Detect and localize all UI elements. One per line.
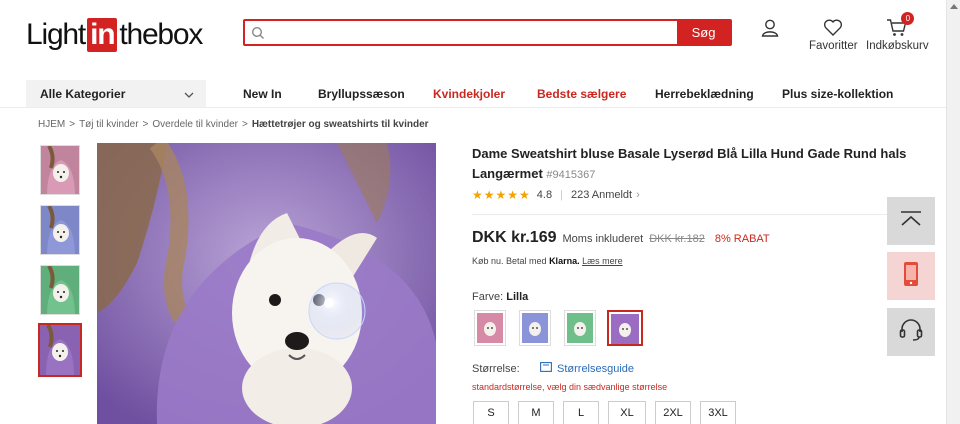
size-option-3xl[interactable]: 3XL [700,401,736,424]
details-divider [472,214,910,215]
size-guide-label: Størrelsesguide [557,362,635,375]
all-categories-dropdown[interactable]: Alle Kategorier [26,80,206,107]
logo-text-in: in [87,18,118,52]
nav-item-bedste-saelgere[interactable]: Bedste sælgere [537,87,626,101]
old-price: DKK kr.182 [649,233,705,245]
site-logo[interactable]: Light in thebox [26,18,203,52]
product-title-text: Dame Sweatshirt bluse Basale Lyserød Blå… [472,146,907,181]
search-button[interactable]: Søg [677,21,730,44]
account-button[interactable] [760,18,780,41]
klarna-read-more-link[interactable]: Læs mere [582,256,623,266]
cart-label: Indkøbskurv [866,40,929,52]
nav-item-kvindekjoler[interactable]: Kvindekjoler [433,87,505,101]
breadcrumb: HJEM > Tøj til kvinder > Overdele til kvin… [38,119,429,130]
logo-text-thebox: thebox [119,18,203,51]
size-note: standardstørrelse, vælg din sædvanlige s… [472,382,668,392]
klarna-brand: Klarna. [549,256,580,266]
klarna-note: Køb nu. Betal med Klarna. Læs mere [472,256,623,266]
search-icon [245,21,271,44]
tax-note: Moms inkluderet [562,233,644,245]
size-option-m[interactable]: M [518,401,554,424]
headset-icon [899,318,923,346]
size-option-2xl[interactable]: 2XL [655,401,691,424]
nav-item-new-in[interactable]: New In [243,87,282,101]
favorites-button[interactable]: Favoritter [809,18,858,52]
color-swatch-purple[interactable] [607,310,643,346]
rating-separator: | [560,189,563,201]
customer-support-button[interactable] [887,308,935,356]
current-price: DKK kr.169 [472,229,557,246]
breadcrumb-current: Hættetrøjer og sweatshirts til kvinder [251,119,429,130]
page-scrollbar[interactable] [946,0,960,424]
breadcrumb-separator: > [69,119,76,130]
breadcrumb-separator: > [142,119,149,130]
size-guide-link[interactable]: Størrelsesguide [540,362,634,375]
size-label: Størrelse: [472,363,520,375]
color-label: Farve: [472,291,504,303]
search-input[interactable] [271,21,677,44]
product-thumbnail-purple[interactable] [38,323,82,377]
color-swatch-green[interactable] [564,310,596,346]
color-value: Lilla [506,291,529,303]
product-sku: #9415367 [546,169,596,181]
product-thumbnail-blue[interactable] [40,205,80,255]
color-swatch-blue[interactable] [519,310,551,346]
size-option-s[interactable]: S [473,401,509,424]
chevron-down-icon [184,87,194,101]
size-option-l[interactable]: L [563,401,599,424]
breadcrumb-separator: > [241,119,248,130]
breadcrumb-women-tops[interactable]: Overdele til kvinder [152,119,238,130]
cart-button[interactable]: 0 Indkøbskurv [866,12,929,52]
size-option-xl[interactable]: XL [608,401,646,424]
logo-text-light: Light [26,18,86,51]
rating-value: 4.8 [536,189,553,201]
reviews-link[interactable]: 223 Anmeldt [571,189,632,201]
back-to-top-icon [899,210,923,233]
breadcrumb-women-clothing[interactable]: Tøj til kvinder [79,119,138,130]
mobile-phone-icon [903,261,919,292]
nav-item-bryllupssaeson[interactable]: Bryllupssæson [318,87,405,101]
ruler-icon [540,362,552,375]
mobile-app-button[interactable] [887,252,935,300]
favorites-label: Favoritter [809,40,858,52]
nav-item-herrebeklaedning[interactable]: Herrebeklædning [655,87,754,101]
discount-badge: 8% RABAT [714,233,770,245]
heart-icon [823,19,843,40]
price-row: DKK kr.169 Moms inkluderet DKK kr.182 8%… [472,229,770,247]
product-thumbnail-pink[interactable] [40,145,80,195]
account-icon [760,19,780,41]
search-bar: Søg [243,19,732,46]
product-thumbnail-green[interactable] [40,265,80,315]
back-to-top-button[interactable] [887,197,935,245]
product-main-image[interactable] [97,143,436,424]
cart-icon: 0 [886,12,915,40]
product-title: Dame Sweatshirt bluse Basale Lyserød Blå… [472,144,910,185]
all-categories-label: Alle Kategorier [40,86,126,101]
scroll-up-arrow-icon[interactable] [950,4,958,9]
main-navigation: Alle Kategorier New In Bryllupssæson Kvi… [0,80,946,108]
star-rating-icon: ★★★★★ [472,188,531,202]
rating-row: ★★★★★ 4.8 | 223 Anmeldt › [472,188,640,202]
klarna-text: Køb nu. Betal med [472,256,547,266]
color-swatch-pink[interactable] [474,310,506,346]
cart-count-badge: 0 [901,12,915,25]
chevron-right-icon: › [636,189,640,201]
color-label-row: Farve: Lilla [472,291,528,303]
breadcrumb-home[interactable]: HJEM [38,119,65,130]
nav-item-plus-size[interactable]: Plus size-kollektion [782,87,893,101]
